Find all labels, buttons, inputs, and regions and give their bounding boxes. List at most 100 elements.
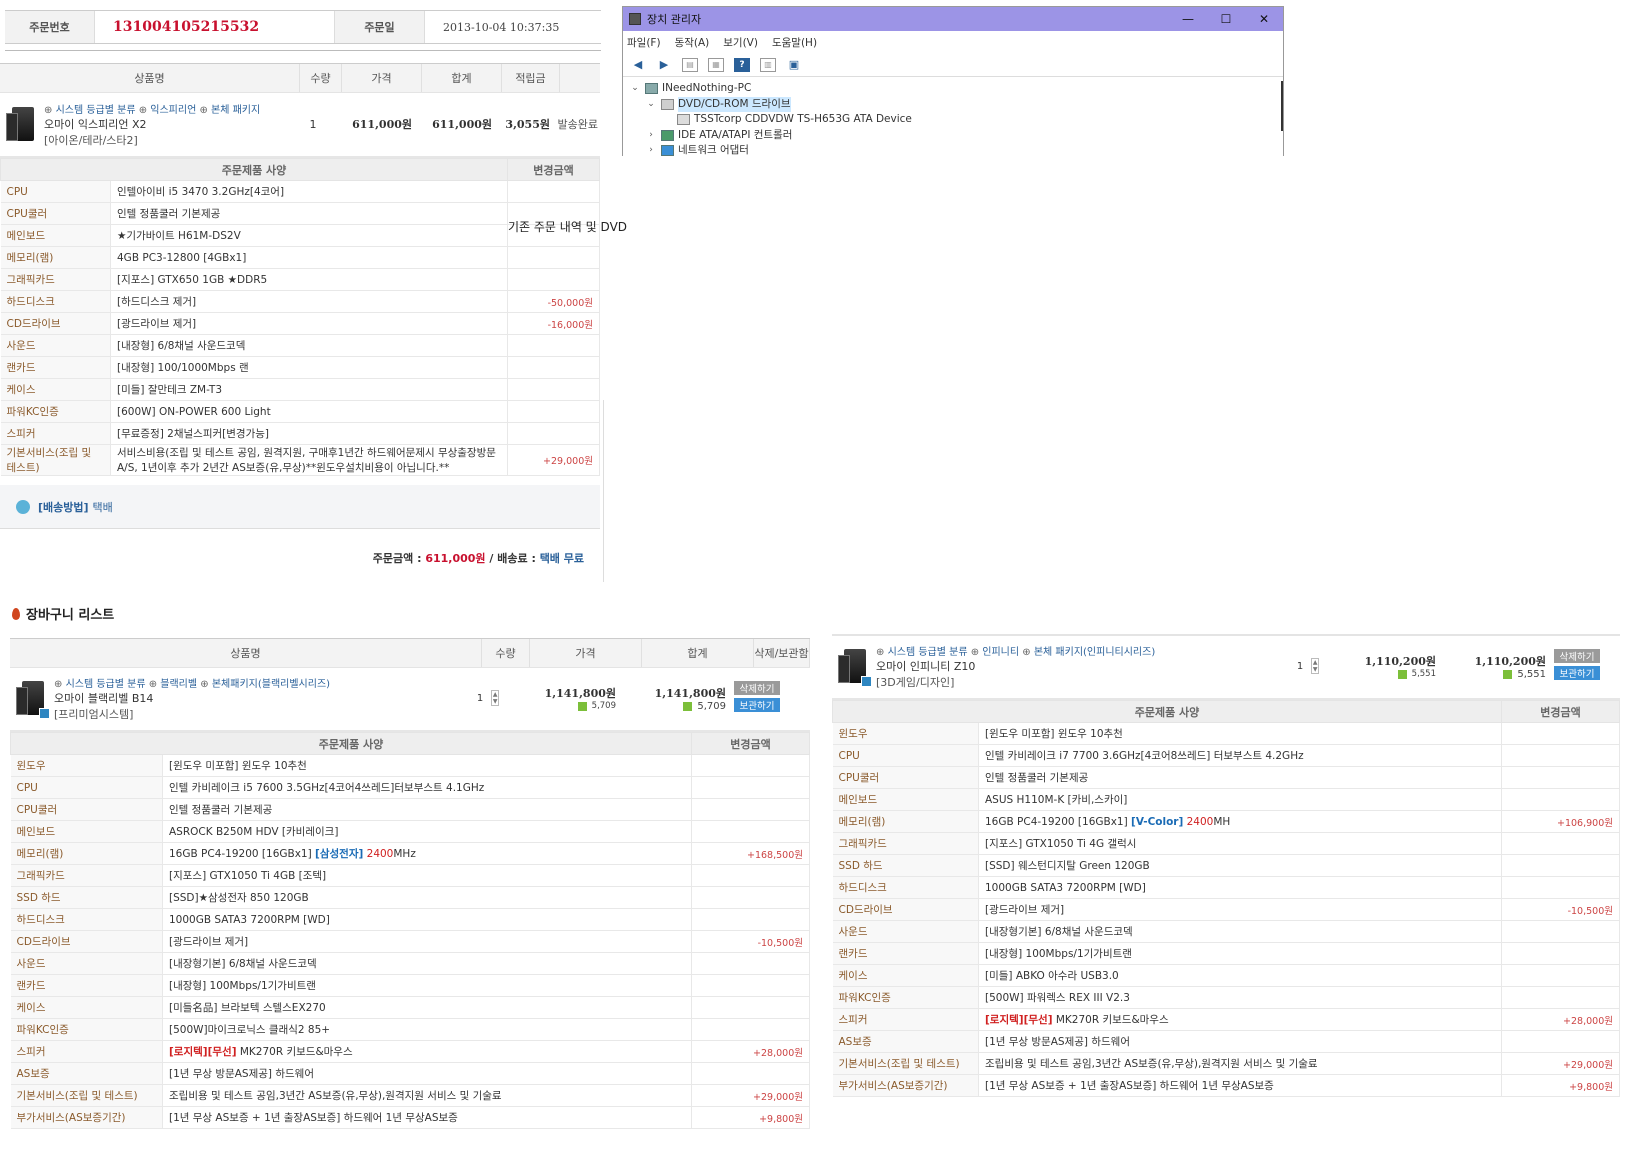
spec-row: CPU 인텔아이비 i5 3470 3.2GHz[4코어]	[0, 180, 600, 203]
category-link[interactable]: 본체 패키지	[211, 105, 260, 116]
maximize-button[interactable]: ☐	[1207, 12, 1245, 26]
spec-row: CPU쿨러 인텔 정품쿨러 기본제공	[10, 798, 810, 821]
spec-row: 사운드 [내장형] 6/8채널 사운드코덱	[0, 334, 600, 357]
spec-row: 기본서비스(조립 및 테스트) 조립비용 및 테스트 공임,3년간 AS보증(유,…	[10, 1084, 810, 1107]
show-hide-tree-icon[interactable]: ▤	[682, 57, 698, 72]
spec-price	[691, 754, 810, 777]
spec-row: 하드디스크 [하드디스크 제거] -50,000원	[0, 290, 600, 313]
category-breadcrumb: ⊕ 시스템 등급별 분류 ⊕ 인피니티 ⊕ 본체 패키지(인피니티시리즈)	[876, 646, 1156, 658]
quantity-stepper[interactable]: 1 ▲ ▼	[1284, 658, 1332, 674]
properties-icon[interactable]: ▦	[708, 57, 724, 72]
spec-text: [윈도우 미포함] 윈도우 10추천	[985, 728, 1123, 740]
device-manager-window: 장치 관리자 — ☐ ✕ 파일(F) 동작(A) 보기(V) 도움말(H) ◀ …	[622, 6, 1284, 159]
category-link[interactable]: 익스피리언	[150, 105, 196, 116]
spec-text: [SSD]★삼성전자 850 120GB	[169, 892, 309, 904]
spec-row: 윈도우 [윈도우 미포함] 윈도우 10추천	[10, 754, 810, 777]
spec-text: [내장형기본] 6/8채널 사운드코덱	[985, 926, 1133, 938]
forward-icon[interactable]: ▶	[656, 58, 672, 72]
tree-item-dvd-device[interactable]: TSSTcorp CDDVDW TS-H653G ATA Device	[629, 112, 1277, 128]
spec-text: [내장형] 6/8채널 사운드코덱	[117, 340, 246, 352]
title-bar[interactable]: 장치 관리자 — ☐ ✕	[623, 7, 1283, 31]
spec-value: [내장형] 100Mbps/1기가비트랜	[162, 974, 692, 997]
menu-view[interactable]: 보기(V)	[723, 35, 758, 50]
delete-button[interactable]: 삭제하기	[734, 681, 780, 695]
category-link[interactable]: 시스템 등급별 분류	[66, 679, 146, 690]
cart-spec-table: 주문제품 사양 변경금액 윈도우 [윈도우 미포함] 윈도우 10추천 CPU 인텔 …	[10, 730, 810, 1129]
spec-text: [1년 무상 AS보증 + 1년 출장AS보증] 하드웨어 1년 무상AS보증	[169, 1112, 458, 1124]
spec-value: [내장형] 6/8채널 사운드코덱	[110, 334, 508, 357]
view-icon[interactable]: ▥	[760, 57, 776, 72]
menu-help[interactable]: 도움말(H)	[772, 35, 817, 50]
spec-row: 부가서비스(AS보증기간) [1년 무상 AS보증 + 1년 출장AS보증] 하드…	[832, 1074, 1620, 1097]
spec-text: [로지텍][무선]	[985, 1014, 1053, 1026]
spec-text: [500W]마이크로닉스 클래식2 85+	[169, 1024, 331, 1036]
spec-text: [로지텍][무선]	[169, 1046, 237, 1058]
chevron-right-icon[interactable]: ›	[645, 143, 657, 159]
product-name[interactable]: 오마이 블랙리벨 B14	[54, 690, 464, 706]
category-link[interactable]: 시스템 등급별 분류	[56, 105, 136, 116]
tree-root[interactable]: ⌄ INeedNothing-PC	[629, 81, 1277, 97]
spec-price	[1501, 964, 1620, 987]
menu-bar: 파일(F) 동작(A) 보기(V) 도움말(H)	[623, 31, 1283, 53]
spec-key: AS보증	[832, 1030, 979, 1053]
help-icon[interactable]: ?	[734, 57, 750, 72]
spec-value: [광드라이브 제거]	[110, 312, 508, 335]
chevron-right-icon[interactable]: ›	[645, 128, 657, 144]
pc-thumbnail-icon[interactable]	[16, 681, 50, 719]
stepper-arrows-icon[interactable]: ▲ ▼	[491, 690, 500, 706]
monitor-icon[interactable]: ▣	[786, 58, 802, 72]
minimize-button[interactable]: —	[1169, 12, 1207, 26]
spec-row: 메모리(램) 4GB PC3-12800 [4GBx1]	[0, 246, 600, 269]
divider	[603, 400, 604, 582]
spec-price	[507, 378, 600, 401]
spec-value: [내장형기본] 6/8채널 사운드코덱	[162, 952, 692, 975]
tree-item-net[interactable]: › 네트워크 어댑터	[629, 143, 1277, 159]
spec-price: +28,000원	[691, 1040, 810, 1063]
category-link[interactable]: 본체 패키지(인피니티시리즈)	[1034, 647, 1155, 658]
keep-button[interactable]: 보관하기	[734, 698, 780, 712]
close-button[interactable]: ✕	[1245, 12, 1283, 26]
spec-value: 1000GB SATA3 7200RPM [WD]	[978, 876, 1502, 899]
menu-file[interactable]: 파일(F)	[627, 35, 661, 50]
category-link[interactable]: 블랙리벨	[160, 679, 197, 690]
spec-key: CPU	[832, 744, 979, 767]
spec-highlight: MK270R 키보드&마우스	[1055, 1014, 1169, 1026]
keep-button[interactable]: 보관하기	[1554, 666, 1600, 680]
delete-button[interactable]: 삭제하기	[1554, 649, 1600, 663]
product-name[interactable]: 오마이 인피니티 Z10	[876, 658, 1284, 674]
chevron-down-icon[interactable]: ⌄	[645, 97, 657, 113]
spec-text: 16GB PC4-19200 [16GBx1]	[169, 848, 312, 860]
tree-item-ide[interactable]: › IDE ATA/ATAPI 컨트롤러	[629, 128, 1277, 144]
spec-price	[1501, 942, 1620, 965]
product-name[interactable]: 오마이 익스피리언 X2	[44, 116, 292, 132]
stepper-arrows-icon[interactable]: ▲ ▼	[1311, 658, 1320, 674]
quantity-stepper[interactable]: 1 ▲ ▼	[464, 690, 512, 706]
order-spec-table: 주문제품 사양 변경금액 CPU 인텔아이비 i5 3470 3.2GHz[4코어…	[0, 156, 600, 476]
spec-header: 주문제품 사양	[832, 700, 1502, 723]
category-breadcrumb: ⊕ 시스템 등급별 분류 ⊕ 블랙리벨 ⊕ 본체패키지(블랙리벨시리즈)	[54, 678, 331, 690]
spec-row: CD드라이브 [광드라이브 제거] -10,500원	[832, 898, 1620, 921]
category-link[interactable]: 인피니티	[982, 647, 1019, 658]
spec-row: 그래픽카드 [지포스] GTX1050 Ti 4G 갤럭시	[832, 832, 1620, 855]
spec-value: 조립비용 및 테스트 공임,3년간 AS보증(유,무상),원격지원 서비스 및 …	[162, 1084, 692, 1107]
menu-action[interactable]: 동작(A)	[675, 35, 710, 50]
chevron-down-icon[interactable]: ⌄	[629, 81, 641, 97]
category-link[interactable]: 시스템 등급별 분류	[888, 647, 968, 658]
spec-price	[691, 798, 810, 821]
tree-item-dvd[interactable]: ⌄ DVD/CD-ROM 드라이브	[629, 96, 1277, 113]
spec-value: [지포스] GTX1050 Ti 4GB [조텍]	[162, 864, 692, 887]
spec-row: CPU 인텔 카비레이크 i7 7700 3.6GHz[4코어8쓰레드] 터보부스…	[832, 744, 1620, 767]
pc-thumbnail-icon[interactable]	[6, 107, 34, 141]
order-date: 2013-10-04 10:37:35	[443, 20, 560, 34]
spec-value: ★기가바이트 H61M-DS2V	[110, 224, 508, 247]
shipping-method: [배송방법] 택배	[0, 485, 600, 529]
spec-key: 사운드	[832, 920, 979, 943]
spec-value: [미들] 잘만테크 ZM-T3	[110, 378, 508, 401]
pc-thumbnail-icon[interactable]	[838, 649, 872, 687]
back-icon[interactable]: ◀	[630, 58, 646, 72]
spec-key: 케이스	[0, 378, 111, 401]
category-link[interactable]: 본체패키지(블랙리벨시리즈)	[212, 679, 330, 690]
spec-row: 케이스 [미들名品] 브라보텍 스텔스EX270	[10, 996, 810, 1019]
spec-row: CD드라이브 [광드라이브 제거] -16,000원	[0, 312, 600, 335]
spec-key: CD드라이브	[10, 930, 163, 953]
